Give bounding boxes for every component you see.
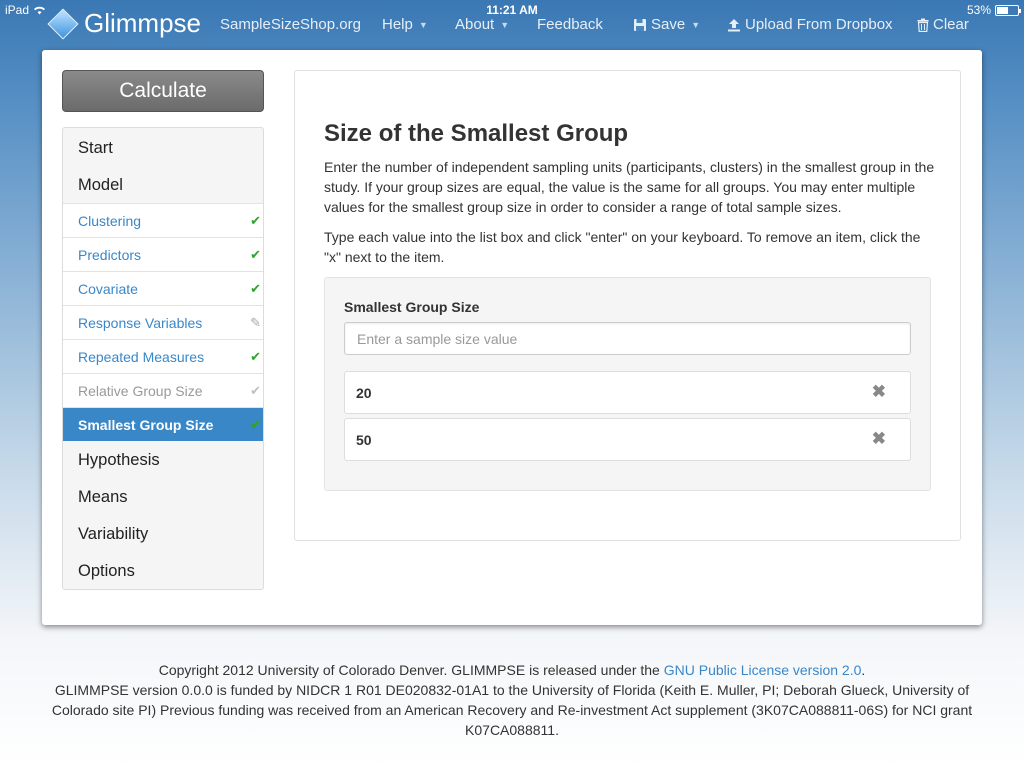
- sidebar-item-label: Variability: [78, 524, 149, 543]
- main-panel: Calculate Start Model Clustering ✔ Predi…: [42, 50, 982, 625]
- funding-text: GLIMMPSE version 0.0.0 is funded by NIDC…: [51, 682, 973, 738]
- list-item: 20 ✖: [344, 371, 911, 414]
- remove-x-icon[interactable]: ✖: [872, 382, 886, 402]
- sidebar-item-clustering[interactable]: Clustering ✔: [63, 203, 263, 237]
- checkmark-icon: ✔: [250, 417, 261, 432]
- nav-clear-button[interactable]: Clear: [917, 16, 969, 33]
- copyright-line: Copyright 2012 University of Colorado De…: [40, 660, 984, 680]
- nav-feedback-link[interactable]: Feedback: [537, 16, 603, 33]
- sidebar-item-hypothesis[interactable]: Hypothesis: [63, 442, 263, 478]
- sidebar-item-model[interactable]: Model: [63, 167, 263, 203]
- caret-down-icon: ▼: [500, 19, 510, 30]
- sidebar-item-label: Predictors: [78, 246, 142, 263]
- sidebar-item-relative-group-size: Relative Group Size ✔: [63, 373, 263, 407]
- sidebar-item-variability[interactable]: Variability: [63, 516, 263, 552]
- caret-down-icon: ▼: [418, 19, 428, 30]
- sidebar-item-repeated-measures[interactable]: Repeated Measures ✔: [63, 339, 263, 373]
- nav-label: Feedback: [537, 16, 603, 33]
- copyright-text: Copyright 2012 University of Colorado De…: [158, 662, 664, 678]
- brand[interactable]: Glimmpse: [47, 7, 202, 40]
- sidebar-item-label: Model: [78, 175, 123, 194]
- nav-label: Help: [382, 16, 413, 33]
- content-area: Size of the Smallest Group Enter the num…: [294, 70, 961, 541]
- nav-samplesizeshop-link[interactable]: SampleSizeShop.org: [220, 16, 361, 33]
- field-label: Smallest Group Size: [344, 299, 480, 315]
- sidebar-item-options[interactable]: Options: [63, 553, 263, 589]
- nav-save-dropdown[interactable]: Save ▼: [633, 16, 700, 33]
- sidebar-item-means[interactable]: Means: [63, 479, 263, 515]
- sidebar-item-label: Clustering: [78, 212, 142, 229]
- sample-size-input[interactable]: [344, 322, 911, 355]
- sidebar-item-label: Covariate: [78, 280, 138, 297]
- license-link[interactable]: GNU Public License version 2.0: [664, 662, 862, 678]
- glimmpse-logo-icon: [47, 7, 79, 40]
- sidebar-item-predictors[interactable]: Predictors ✔: [63, 237, 263, 271]
- sidebar-item-label: Relative Group Size: [78, 382, 203, 399]
- checkmark-icon: ✔: [250, 349, 261, 364]
- sidebar-item-label: Means: [78, 487, 128, 506]
- sidebar-item-response-variables[interactable]: Response Variables ✎: [63, 305, 263, 339]
- nav-label: SampleSizeShop.org: [220, 16, 361, 33]
- list-item-value: 50: [356, 432, 372, 448]
- nav-help-dropdown[interactable]: Help ▼: [382, 16, 428, 33]
- page-title: Size of the Smallest Group: [324, 120, 629, 147]
- nav-label: About: [455, 16, 495, 33]
- checkmark-icon: ✔: [250, 383, 261, 398]
- sidebar-item-label: Start: [78, 138, 113, 157]
- sample-size-well: Smallest Group Size 20 ✖ 50 ✖: [324, 277, 931, 491]
- sidebar-item-label: Smallest Group Size: [78, 416, 214, 433]
- pencil-icon: ✎: [250, 315, 261, 330]
- caret-down-icon: ▼: [691, 19, 701, 30]
- instructions-text: Enter the number of independent sampling…: [324, 159, 935, 215]
- checkmark-icon: ✔: [250, 281, 261, 296]
- list-instructions-text: Type each value into the list box and cl…: [324, 229, 921, 265]
- remove-x-icon[interactable]: ✖: [872, 429, 886, 449]
- sidebar-nav: Start Model Clustering ✔ Predictors ✔ Co…: [62, 127, 264, 590]
- sidebar-item-label: Hypothesis: [78, 450, 160, 469]
- sidebar-item-start[interactable]: Start: [63, 130, 263, 166]
- upload-icon: [728, 18, 740, 31]
- nav-about-dropdown[interactable]: About ▼: [455, 16, 509, 33]
- list-item: 50 ✖: [344, 418, 911, 461]
- nav-label: Clear: [933, 16, 969, 33]
- footer: Copyright 2012 University of Colorado De…: [40, 660, 984, 740]
- nav-label: Upload From Dropbox: [745, 16, 893, 33]
- sidebar-item-smallest-group-size[interactable]: Smallest Group Size ✔: [63, 407, 263, 441]
- nav-label: Save: [651, 16, 686, 33]
- nav-upload-dropbox-button[interactable]: Upload From Dropbox: [727, 16, 893, 33]
- navbar: Glimmpse SampleSizeShop.org Help ▼ About…: [0, 6, 1024, 44]
- sidebar-item-label: Options: [78, 561, 135, 580]
- brand-name: Glimmpse: [84, 8, 202, 38]
- calculate-button[interactable]: Calculate: [62, 70, 264, 112]
- sidebar-item-label: Response Variables: [78, 314, 203, 331]
- copyright-end: .: [861, 662, 866, 678]
- checkmark-icon: ✔: [250, 247, 261, 262]
- trash-icon: [917, 18, 929, 32]
- checkmark-icon: ✔: [250, 213, 261, 228]
- list-item-value: 20: [356, 385, 372, 401]
- sidebar-item-label: Repeated Measures: [78, 348, 205, 365]
- sidebar-item-covariate[interactable]: Covariate ✔: [63, 271, 263, 305]
- floppy-disk-icon: [634, 18, 646, 31]
